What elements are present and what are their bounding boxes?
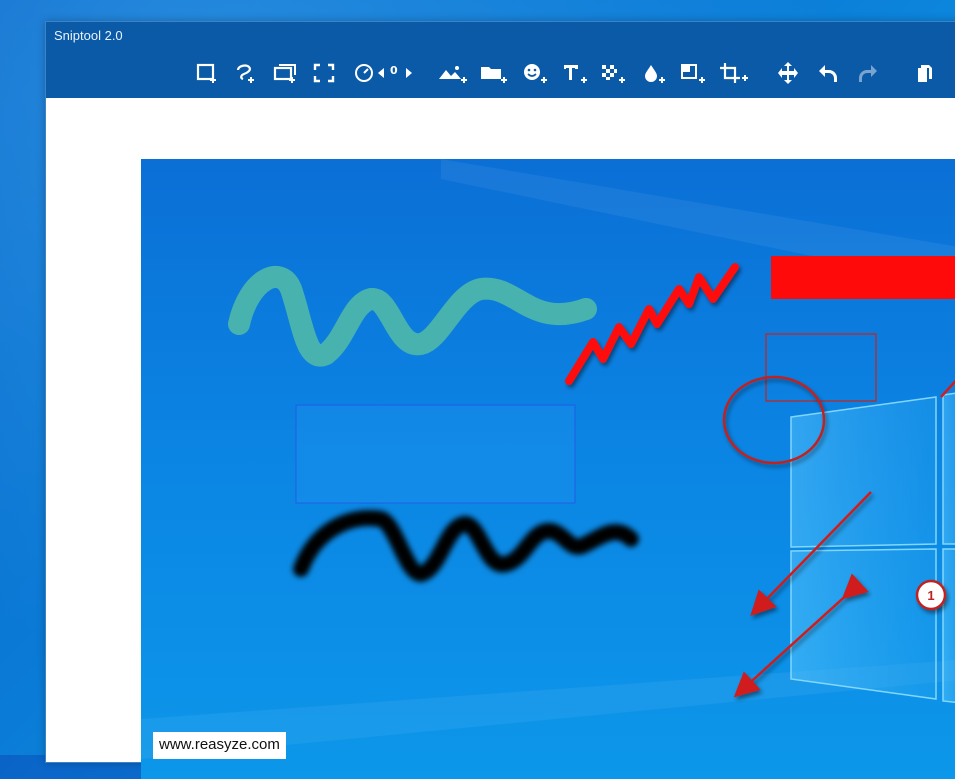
copy-button[interactable] [910, 60, 938, 86]
fullscreen-snip-button[interactable] [310, 60, 338, 86]
crop-button[interactable] [718, 60, 750, 86]
annotation-layer: 1 [141, 159, 955, 759]
delay-increase-button[interactable] [402, 60, 416, 86]
freeform-snip-icon [236, 64, 254, 83]
crop-icon [720, 63, 748, 83]
freeform-snip-button[interactable] [232, 60, 260, 86]
windows-logo-pane [790, 396, 937, 548]
triangle-right-icon [406, 68, 412, 78]
black-pen-stroke [293, 510, 639, 583]
move-icon [778, 62, 798, 84]
move-button[interactable] [774, 60, 802, 86]
blur-icon [602, 65, 625, 83]
shadow-icon [681, 64, 705, 83]
fullscreen-snip-icon [313, 63, 335, 83]
window-title: Sniptool 2.0 [54, 28, 123, 43]
rectangle-snip-icon [196, 63, 216, 83]
rectangle-snip-button[interactable] [194, 60, 222, 86]
filled-red-rectangle [771, 256, 955, 299]
windows-logo-pane [942, 548, 955, 704]
blue-highlight-rectangle [295, 404, 576, 504]
window-snip-button[interactable] [272, 60, 300, 86]
undo-button[interactable] [814, 60, 842, 86]
step-number-badge: 1 [915, 579, 947, 611]
undo-icon [819, 65, 837, 82]
blur-tool-button[interactable] [598, 60, 628, 86]
emoji-button[interactable] [520, 60, 550, 86]
image-icon [439, 66, 467, 83]
copy-icon [918, 65, 932, 82]
red-pen-stroke [565, 263, 739, 385]
title-bar: Sniptool 2.0 0 [46, 22, 955, 98]
image-button[interactable] [436, 60, 470, 86]
shadow-button[interactable] [678, 60, 708, 86]
windows-logo-pane [790, 548, 937, 700]
color-button[interactable] [640, 60, 668, 86]
delay-timer-icon [355, 64, 373, 82]
delay-value: 0 [390, 64, 398, 77]
red-outline-rectangle [765, 333, 877, 402]
window-snip-icon [273, 64, 296, 83]
windows-logo-pane [942, 392, 955, 545]
redo-button[interactable] [854, 60, 882, 86]
delay-decrease-button[interactable] [374, 60, 388, 86]
triangle-left-icon [378, 68, 384, 78]
redo-icon [859, 65, 877, 82]
app-window: Sniptool 2.0 0 1 www.reasyze.com [45, 21, 955, 779]
red-arrow-partial [940, 379, 955, 398]
captured-screenshot[interactable]: 1 www.reasyze.com [141, 159, 955, 779]
editor-canvas[interactable]: 1 www.reasyze.com [46, 99, 955, 779]
folder-icon [481, 67, 507, 83]
color-drop-icon [645, 65, 665, 83]
emoji-icon [524, 64, 547, 83]
highlighter-stroke [228, 266, 597, 367]
step-number: 1 [927, 588, 934, 603]
toolbar: 0 [194, 60, 955, 86]
text-tool-button[interactable] [560, 60, 590, 86]
text-icon [564, 65, 587, 83]
open-folder-button[interactable] [478, 60, 510, 86]
